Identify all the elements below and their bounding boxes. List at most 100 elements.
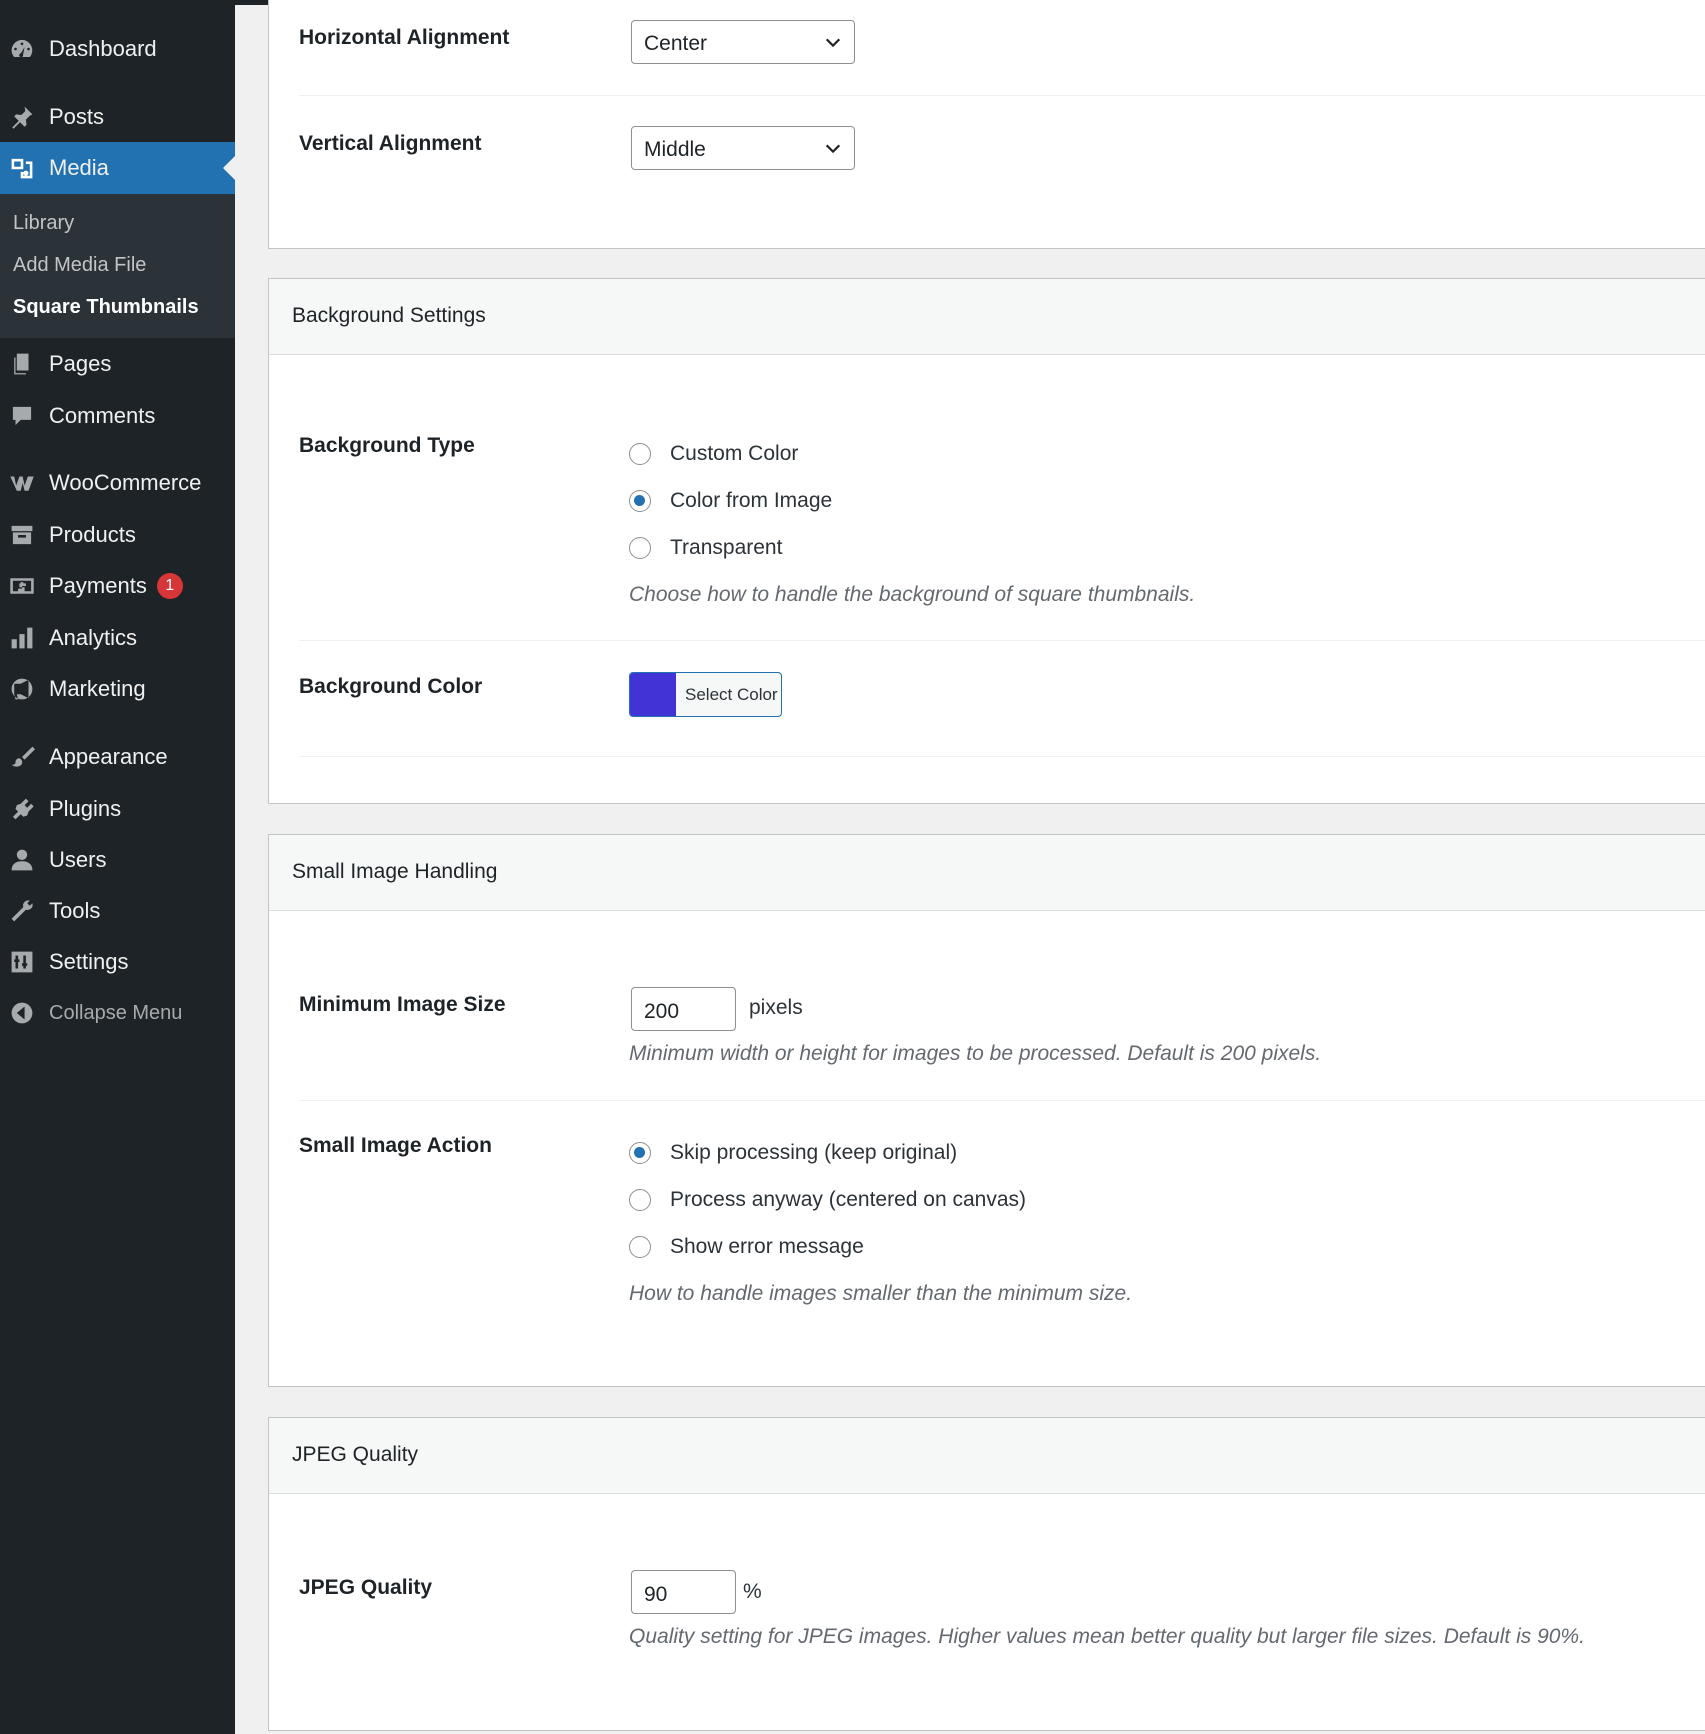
submenu-item-square-thumbnails[interactable]: Square Thumbnails <box>13 296 199 319</box>
minimum-image-size-description: Minimum width or height for images to be… <box>629 1042 1322 1065</box>
sidebar-item-woocommerce[interactable]: WooCommerce <box>0 460 235 506</box>
collapse-menu-button[interactable]: Collapse Menu <box>0 990 235 1036</box>
pushpin-icon <box>8 103 36 131</box>
small-image-action-description: How to handle images smaller than the mi… <box>629 1282 1133 1305</box>
sidebar-item-analytics[interactable]: Analytics <box>0 615 235 661</box>
radio-button[interactable] <box>629 1236 651 1258</box>
radio-process-anyway[interactable]: Process anyway (centered on canvas) <box>629 1185 1026 1215</box>
pages-icon <box>8 350 36 378</box>
media-icon <box>8 154 36 182</box>
jpeg-quality-panel: JPEG Quality <box>268 1417 1705 1731</box>
wrench-icon <box>8 897 36 925</box>
row-divider <box>299 95 1705 96</box>
sidebar-item-label: Users <box>49 847 107 872</box>
megaphone-icon <box>8 675 36 703</box>
minimum-image-size-input[interactable]: 200 <box>631 987 736 1031</box>
percent-unit-label: % <box>743 1580 762 1603</box>
minimum-image-size-label: Minimum Image Size <box>299 993 506 1016</box>
sidebar-item-media[interactable]: Media <box>0 142 235 194</box>
vertical-alignment-label: Vertical Alignment <box>299 132 482 155</box>
media-submenu: Library Add Media File Square Thumbnails <box>0 194 235 338</box>
row-divider <box>299 640 1705 641</box>
sidebar-item-posts[interactable]: Posts <box>0 94 235 140</box>
radio-button[interactable] <box>629 490 651 512</box>
radio-color-from-image[interactable]: Color from Image <box>629 486 832 516</box>
settings-sliders-icon <box>8 948 36 976</box>
pixels-unit-label: pixels <box>749 996 803 1019</box>
archive-icon <box>8 521 36 549</box>
radio-skip-processing[interactable]: Skip processing (keep original) <box>629 1138 957 1168</box>
horizontal-alignment-value: Center <box>644 32 708 55</box>
admin-sidebar: Dashboard Posts Media Library Add Media … <box>0 0 235 1734</box>
radio-label: Color from Image <box>670 489 833 512</box>
chevron-down-icon <box>825 38 841 48</box>
radio-label: Transparent <box>670 536 783 559</box>
radio-button[interactable] <box>629 1142 651 1164</box>
background-settings-panel: Background Settings <box>268 278 1705 804</box>
minimum-image-size-value: 200 <box>644 1000 680 1023</box>
user-icon <box>8 846 36 874</box>
section-title: JPEG Quality <box>292 1443 419 1466</box>
money-icon <box>8 572 36 600</box>
radio-label: Show error message <box>670 1235 864 1258</box>
background-type-description: Choose how to handle the background of s… <box>629 583 1196 606</box>
jpeg-quality-value: 90 <box>644 1583 668 1606</box>
sidebar-item-appearance[interactable]: Appearance <box>0 734 235 780</box>
sidebar-item-label: Products <box>49 522 136 547</box>
sidebar-item-dashboard[interactable]: Dashboard <box>0 26 235 72</box>
horizontal-alignment-select[interactable]: Center <box>631 20 855 64</box>
section-title: Background Settings <box>292 304 486 327</box>
radio-show-error[interactable]: Show error message <box>629 1232 864 1262</box>
sidebar-item-label: Settings <box>49 949 129 974</box>
select-color-button[interactable]: Select Color <box>629 672 782 717</box>
jpeg-quality-description: Quality setting for JPEG images. Higher … <box>629 1625 1585 1648</box>
plugin-icon <box>8 795 36 823</box>
sidebar-item-label: Marketing <box>49 676 146 701</box>
radio-button[interactable] <box>629 537 651 559</box>
sidebar-item-users[interactable]: Users <box>0 837 235 883</box>
jpeg-quality-label: JPEG Quality <box>299 1576 433 1599</box>
sidebar-item-label: Pages <box>49 351 112 376</box>
sidebar-item-pages[interactable]: Pages <box>0 341 235 387</box>
background-type-label: Background Type <box>299 434 475 457</box>
background-color-label: Background Color <box>299 675 483 698</box>
sidebar-item-label: Dashboard <box>49 36 157 61</box>
sidebar-item-label: Media <box>49 155 109 180</box>
sidebar-item-label: Comments <box>49 403 156 428</box>
radio-transparent[interactable]: Transparent <box>629 533 782 563</box>
vertical-alignment-select[interactable]: Middle <box>631 126 855 170</box>
sidebar-item-marketing[interactable]: Marketing <box>0 666 235 712</box>
collapse-arrow-icon <box>8 999 36 1027</box>
sidebar-item-label: Payments <box>49 573 147 598</box>
notification-badge: 1 <box>156 573 183 599</box>
radio-label: Process anyway (centered on canvas) <box>670 1188 1027 1211</box>
section-title: Small Image Handling <box>292 860 498 883</box>
vertical-alignment-value: Middle <box>644 138 706 161</box>
sidebar-item-settings[interactable]: Settings <box>0 939 235 985</box>
sidebar-item-payments[interactable]: Payments 1 <box>0 563 235 609</box>
small-image-action-label: Small Image Action <box>299 1134 492 1157</box>
panel-header: Small Image Handling <box>269 835 1705 911</box>
jpeg-quality-input[interactable]: 90 <box>631 1570 736 1614</box>
sidebar-item-label: WooCommerce <box>49 470 202 495</box>
submenu-item-library[interactable]: Library <box>13 212 74 235</box>
panel-header: Background Settings <box>269 279 1705 355</box>
radio-custom-color[interactable]: Custom Color <box>629 439 798 469</box>
bar-chart-icon <box>8 624 36 652</box>
radio-button[interactable] <box>629 443 651 465</box>
woocommerce-icon <box>8 469 36 497</box>
row-divider <box>299 756 1705 757</box>
sidebar-item-label: Posts <box>49 104 105 129</box>
chevron-down-icon <box>825 144 841 154</box>
submenu-item-add-media-file[interactable]: Add Media File <box>13 254 146 277</box>
radio-label: Skip processing (keep original) <box>670 1141 958 1164</box>
sidebar-item-plugins[interactable]: Plugins <box>0 786 235 832</box>
sidebar-item-comments[interactable]: Comments <box>0 393 235 439</box>
sidebar-item-tools[interactable]: Tools <box>0 888 235 934</box>
comments-icon <box>8 402 36 430</box>
paintbrush-icon <box>8 743 36 771</box>
select-color-label: Select Color <box>685 685 778 704</box>
sidebar-item-products[interactable]: Products <box>0 512 235 558</box>
radio-label: Custom Color <box>670 442 799 465</box>
radio-button[interactable] <box>629 1189 651 1211</box>
